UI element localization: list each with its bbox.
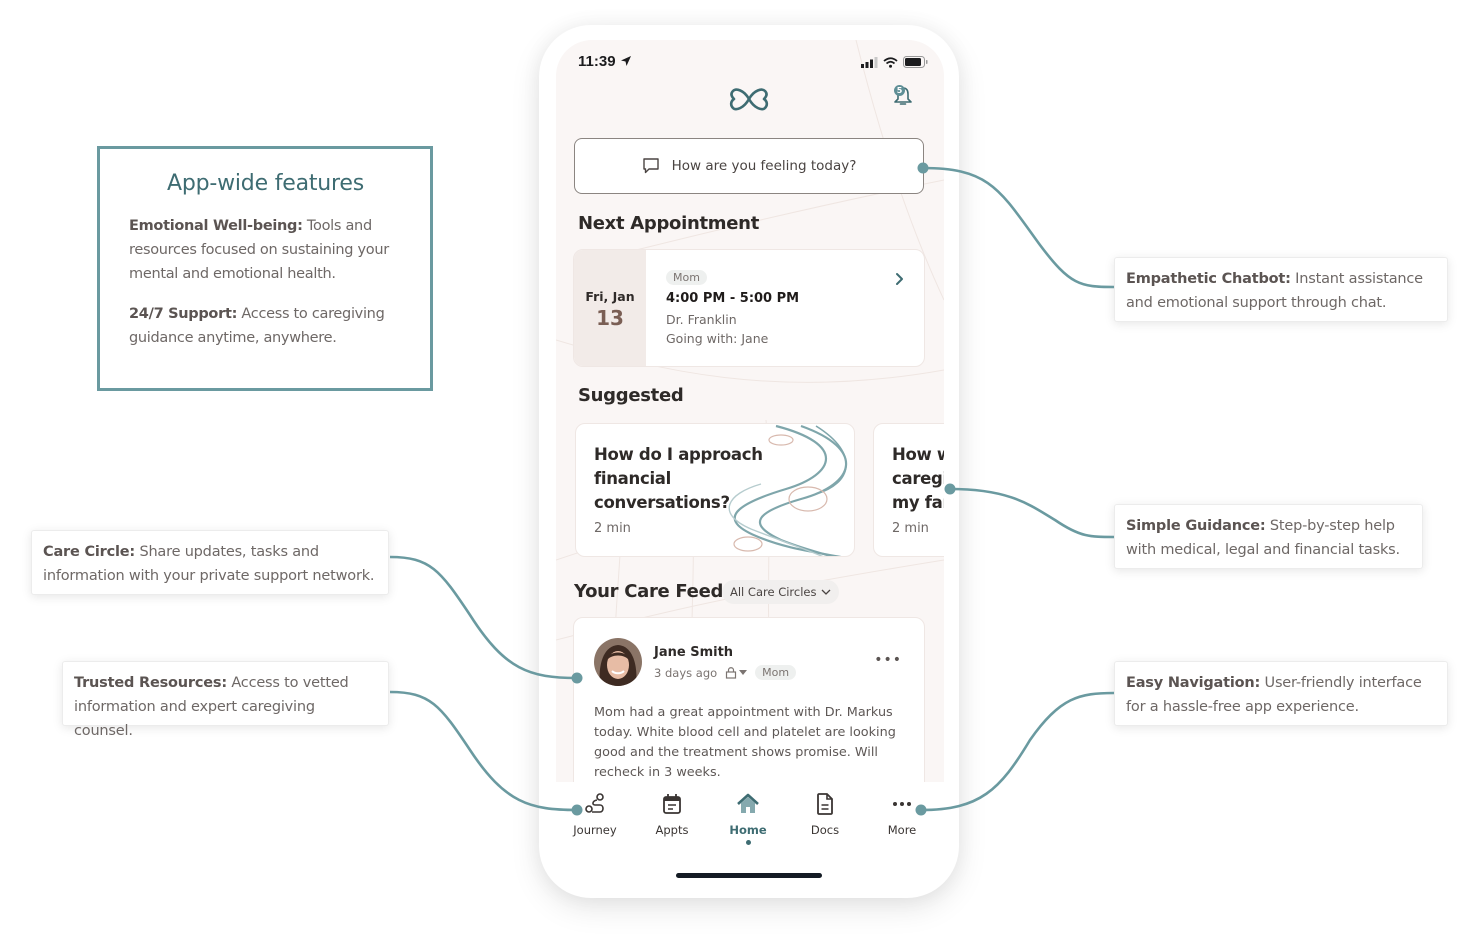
suggested-title: Suggested [578,385,684,406]
notification-badge: 5 [894,85,905,96]
tab-docs[interactable]: Docs [790,792,860,837]
caret-down-icon [739,670,748,675]
more-dots-icon [893,802,911,806]
post-body: Mom had a great appointment with Dr. Mar… [594,705,896,780]
appointment-card[interactable]: Fri, Jan 13 Mom 4:00 PM - 5:00 PM Dr. Fr… [573,249,925,367]
suggested-card-duration: 2 min [594,521,631,536]
appointment-date: Fri, Jan 13 [574,250,646,366]
status-icons [861,56,928,68]
suggested-card-title: How do I approach financial conversation… [594,445,763,512]
tab-journey[interactable]: Journey [560,792,630,837]
app-logo-icon [729,88,769,111]
home-indicator [676,873,822,878]
feature-emotional-wellbeing: Emotional Well-being: Tools and resource… [129,218,389,282]
tab-home[interactable]: Home [713,792,783,837]
post-time: 3 days ago [654,665,718,680]
tab-appts[interactable]: Appts [637,792,707,837]
avatar-photo [594,638,642,686]
home-icon [737,793,759,813]
care-circle-filter-dropdown[interactable]: All Care Circles [722,580,840,604]
callout-trusted-resources: Trusted Resources: Access to vetted info… [62,661,389,739]
suggested-card-title: How w caregi my far [892,445,944,512]
bottom-tab-bar: Journey Appts Home Docs More [556,782,944,862]
callout-care-circle: Care Circle: Share updates, tasks and in… [31,530,389,595]
feature-support: 24/7 Support: Access to caregiving guida… [129,306,385,346]
document-icon [817,793,833,815]
lock-icon [726,667,737,679]
status-time: 11:39 [578,53,632,70]
more-options-icon[interactable]: ••• [874,652,902,668]
suggested-card[interactable]: How w caregi my far 2 min [873,423,944,557]
appointment-time: 4:00 PM - 5:00 PM [666,291,800,306]
post-author[interactable]: Jane Smith [654,645,733,660]
journey-route-icon [585,793,604,813]
chatbot-placeholder: How are you feeling today? [671,158,857,174]
post-tag: Mom [755,665,797,680]
appointment-details: Mom 4:00 PM - 5:00 PM Dr. Franklin Going… [666,266,799,346]
connector-guidance [949,487,1115,539]
care-feed-title: Your Care Feed [574,581,724,602]
calendar-icon [663,794,681,814]
callout-empathetic-chatbot: Empathetic Chatbot: Instant assistance a… [1114,257,1448,322]
signal-icon [861,56,878,68]
phone-screen: 11:39 5 How are you feeling today? Next … [556,40,944,782]
active-tab-indicator [746,840,751,845]
suggested-card-duration: 2 min [892,521,929,536]
care-feed-post[interactable]: Jane Smith 3 days ago Mom ••• Mom had a … [573,617,925,782]
privacy-dropdown[interactable] [725,666,748,679]
tab-more[interactable]: More [867,792,937,837]
chat-bubble-icon [642,158,659,174]
location-arrow-icon [620,56,631,66]
avatar[interactable] [594,638,642,686]
chevron-down-icon [822,589,831,595]
app-wide-features-box: App-wide features Emotional Well-being: … [97,146,433,391]
appointment-tag: Mom [666,270,707,285]
post-meta: 3 days ago Mom [654,665,797,680]
battery-icon [903,56,928,68]
appointment-companion: Going with: Jane [666,331,769,346]
features-title: App-wide features [166,171,364,196]
chatbot-input[interactable]: How are you feeling today? [574,138,924,194]
wifi-icon [883,56,898,68]
appointment-doctor: Dr. Franklin [666,312,737,327]
suggested-card[interactable]: How do I approach financial conversation… [575,423,855,557]
next-appointment-title: Next Appointment [578,213,759,234]
chevron-right-icon[interactable] [894,272,904,286]
callout-simple-guidance: Simple Guidance: Step-by-step help with … [1114,504,1423,569]
callout-easy-navigation: Easy Navigation: User-friendly interface… [1114,661,1448,726]
